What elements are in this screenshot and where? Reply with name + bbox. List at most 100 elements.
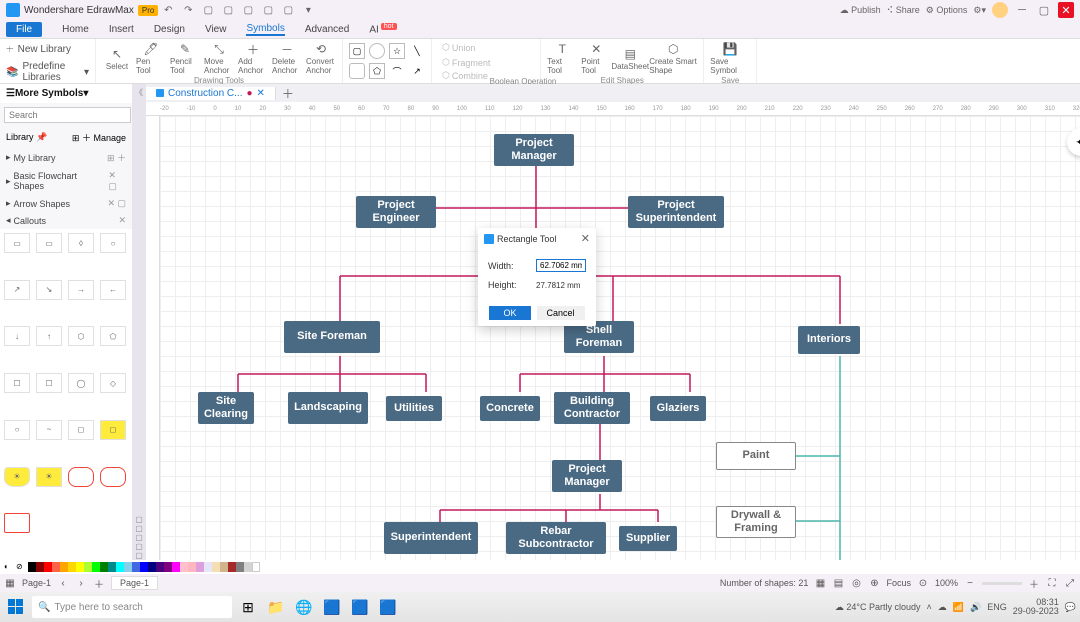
color-cell[interactable] bbox=[68, 562, 76, 572]
search-input[interactable] bbox=[4, 107, 131, 123]
shape-polygon-icon[interactable]: ⬠ bbox=[369, 63, 385, 79]
add-page-icon[interactable]: ＋ bbox=[93, 577, 105, 589]
node-building-contractor[interactable]: Building Contractor bbox=[554, 392, 630, 424]
convert-anchor-tool[interactable]: ⟲Convert Anchor bbox=[306, 41, 336, 75]
fit-icon[interactable]: ⛶ bbox=[1046, 577, 1058, 589]
shape-thumb[interactable] bbox=[4, 513, 30, 533]
focus-icon[interactable]: ⊕ bbox=[868, 577, 880, 589]
more-symbols-button[interactable]: ☰ More Symbols ▾ bbox=[0, 84, 132, 103]
taskbar-app-5[interactable]: 🟦 bbox=[376, 595, 400, 619]
color-cell[interactable] bbox=[44, 562, 52, 572]
sidebar-item-callouts[interactable]: ◂ Callouts✕ bbox=[0, 212, 132, 229]
color-cell[interactable] bbox=[140, 562, 148, 572]
color-cell[interactable] bbox=[116, 562, 124, 572]
qat-icon-2[interactable]: ▢ bbox=[221, 3, 235, 17]
new-library-button[interactable]: 🞡 New Library bbox=[6, 41, 89, 58]
shape-roundrect-icon[interactable] bbox=[349, 63, 365, 79]
point-tool[interactable]: ✕Point Tool bbox=[581, 41, 611, 75]
color-cell[interactable] bbox=[84, 562, 92, 572]
menu-ai[interactable]: AIhot bbox=[369, 23, 396, 35]
shape-thumb[interactable]: ↘ bbox=[36, 280, 62, 300]
tray-lang-icon[interactable]: ENG bbox=[987, 602, 1007, 612]
node-superintendent[interactable]: Superintendent bbox=[384, 522, 478, 554]
color-cell[interactable] bbox=[236, 562, 244, 572]
shape-thumb[interactable]: ▭ bbox=[4, 233, 30, 253]
qat-icon-4[interactable]: ▢ bbox=[261, 3, 275, 17]
color-cell[interactable] bbox=[52, 562, 60, 572]
doc-tab[interactable]: Construction C... ● ✕ bbox=[146, 87, 276, 100]
page-tab[interactable]: Page-1 bbox=[111, 576, 158, 590]
shape-thumb[interactable] bbox=[68, 467, 94, 487]
fragment-button[interactable]: ⬡ Fragment bbox=[438, 56, 494, 69]
sidebar-item-arrows[interactable]: ▸ Arrow Shapes✕ ▢ bbox=[0, 195, 132, 212]
tray-cloud-icon[interactable]: ☁ bbox=[938, 602, 947, 613]
shape-circle-icon[interactable] bbox=[369, 43, 385, 59]
view-icon-1[interactable]: ▦ bbox=[814, 577, 826, 589]
eyedropper-icon[interactable]: ◐ bbox=[4, 562, 16, 572]
qat-icon-1[interactable]: ▢ bbox=[201, 3, 215, 17]
view-icon-2[interactable]: ▤ bbox=[832, 577, 844, 589]
color-cell[interactable] bbox=[124, 562, 132, 572]
prev-page-icon[interactable]: ‹ bbox=[57, 577, 69, 589]
weather[interactable]: ☁ 24°C Partly cloudy bbox=[835, 602, 921, 613]
pencil-tool[interactable]: ✎Pencil Tool bbox=[170, 41, 200, 75]
node-concrete[interactable]: Concrete bbox=[480, 396, 540, 421]
color-cell[interactable] bbox=[76, 562, 84, 572]
qat-icon-5[interactable]: ▢ bbox=[281, 3, 295, 17]
taskbar-app-1[interactable]: 📁 bbox=[264, 595, 288, 619]
help-icon[interactable]: ⚙▾ bbox=[973, 5, 986, 16]
shape-star-icon[interactable]: ☆ bbox=[389, 43, 405, 59]
add-anchor-tool[interactable]: ＋Add Anchor bbox=[238, 41, 268, 75]
color-cell[interactable] bbox=[220, 562, 228, 572]
color-cell[interactable] bbox=[36, 562, 44, 572]
color-cell[interactable] bbox=[212, 562, 220, 572]
node-project-engineer[interactable]: Project Engineer bbox=[356, 196, 436, 228]
qat-icon-3[interactable]: ▢ bbox=[241, 3, 255, 17]
taskbar-app-3[interactable]: 🟦 bbox=[320, 595, 344, 619]
collapse-left-icon[interactable]: 《 bbox=[132, 84, 146, 101]
smart-shape-button[interactable]: ⬡Create Smart Shape bbox=[649, 41, 697, 75]
menu-view[interactable]: View bbox=[205, 24, 227, 35]
minimize-icon[interactable]: ─ bbox=[1014, 2, 1030, 18]
pen-tool[interactable]: 🖊Pen Tool bbox=[136, 41, 166, 75]
node-glaziers[interactable]: Glaziers bbox=[650, 396, 706, 421]
shape-thumb[interactable]: ◻ bbox=[100, 420, 126, 440]
color-cell[interactable] bbox=[188, 562, 196, 572]
redo-icon[interactable]: ↷ bbox=[181, 3, 195, 17]
shape-thumb[interactable]: ◇ bbox=[100, 373, 126, 393]
shape-thumb[interactable]: ⬠ bbox=[100, 326, 126, 346]
node-rebar[interactable]: Rebar Subcontractor bbox=[506, 522, 606, 554]
shape-thumb[interactable]: ↑ bbox=[36, 326, 62, 346]
datasheet-button[interactable]: ▤DataSheet bbox=[615, 46, 645, 71]
shape-line-icon[interactable]: ╲ bbox=[409, 43, 425, 59]
color-cell[interactable] bbox=[100, 562, 108, 572]
maximize-icon[interactable]: ▢ bbox=[1036, 2, 1052, 18]
node-utilities[interactable]: Utilities bbox=[386, 396, 442, 421]
menu-symbols[interactable]: Symbols bbox=[246, 23, 284, 36]
taskbar-app-4[interactable]: 🟦 bbox=[348, 595, 372, 619]
menu-home[interactable]: Home bbox=[62, 24, 89, 35]
color-cell[interactable] bbox=[196, 562, 204, 572]
ok-button[interactable]: OK bbox=[489, 306, 530, 320]
shape-thumb[interactable]: ~ bbox=[36, 420, 62, 440]
width-input[interactable] bbox=[536, 259, 586, 272]
zoom-dropdown[interactable]: ⊙ bbox=[917, 577, 929, 589]
color-cell[interactable] bbox=[244, 562, 252, 572]
node-site-clearing[interactable]: Site Clearing bbox=[198, 392, 254, 424]
shape-thumb[interactable]: ☀ bbox=[4, 467, 30, 487]
text-tool[interactable]: TText Tool bbox=[547, 41, 577, 75]
select-tool[interactable]: ↖Select bbox=[102, 46, 132, 71]
options-button[interactable]: ⚙ Options bbox=[926, 5, 968, 16]
predefine-libraries-button[interactable]: 📚 Predefine Libraries ▾ bbox=[6, 58, 89, 86]
node-project-superintendent[interactable]: Project Superintendent bbox=[628, 196, 724, 228]
color-cell[interactable] bbox=[132, 562, 140, 572]
qat-dropdown-icon[interactable]: ▾ bbox=[301, 3, 315, 17]
clock-date[interactable]: 29-09-2023 bbox=[1013, 607, 1059, 616]
shape-thumb[interactable]: ○ bbox=[4, 420, 30, 440]
shape-thumb[interactable]: ○ bbox=[100, 233, 126, 253]
node-site-foreman[interactable]: Site Foreman bbox=[284, 321, 380, 353]
delete-anchor-tool[interactable]: －Delete Anchor bbox=[272, 41, 302, 75]
no-color-icon[interactable]: ⊘ bbox=[16, 562, 28, 572]
notifications-icon[interactable]: 💬 bbox=[1065, 602, 1076, 613]
cancel-button[interactable]: Cancel bbox=[537, 306, 585, 320]
